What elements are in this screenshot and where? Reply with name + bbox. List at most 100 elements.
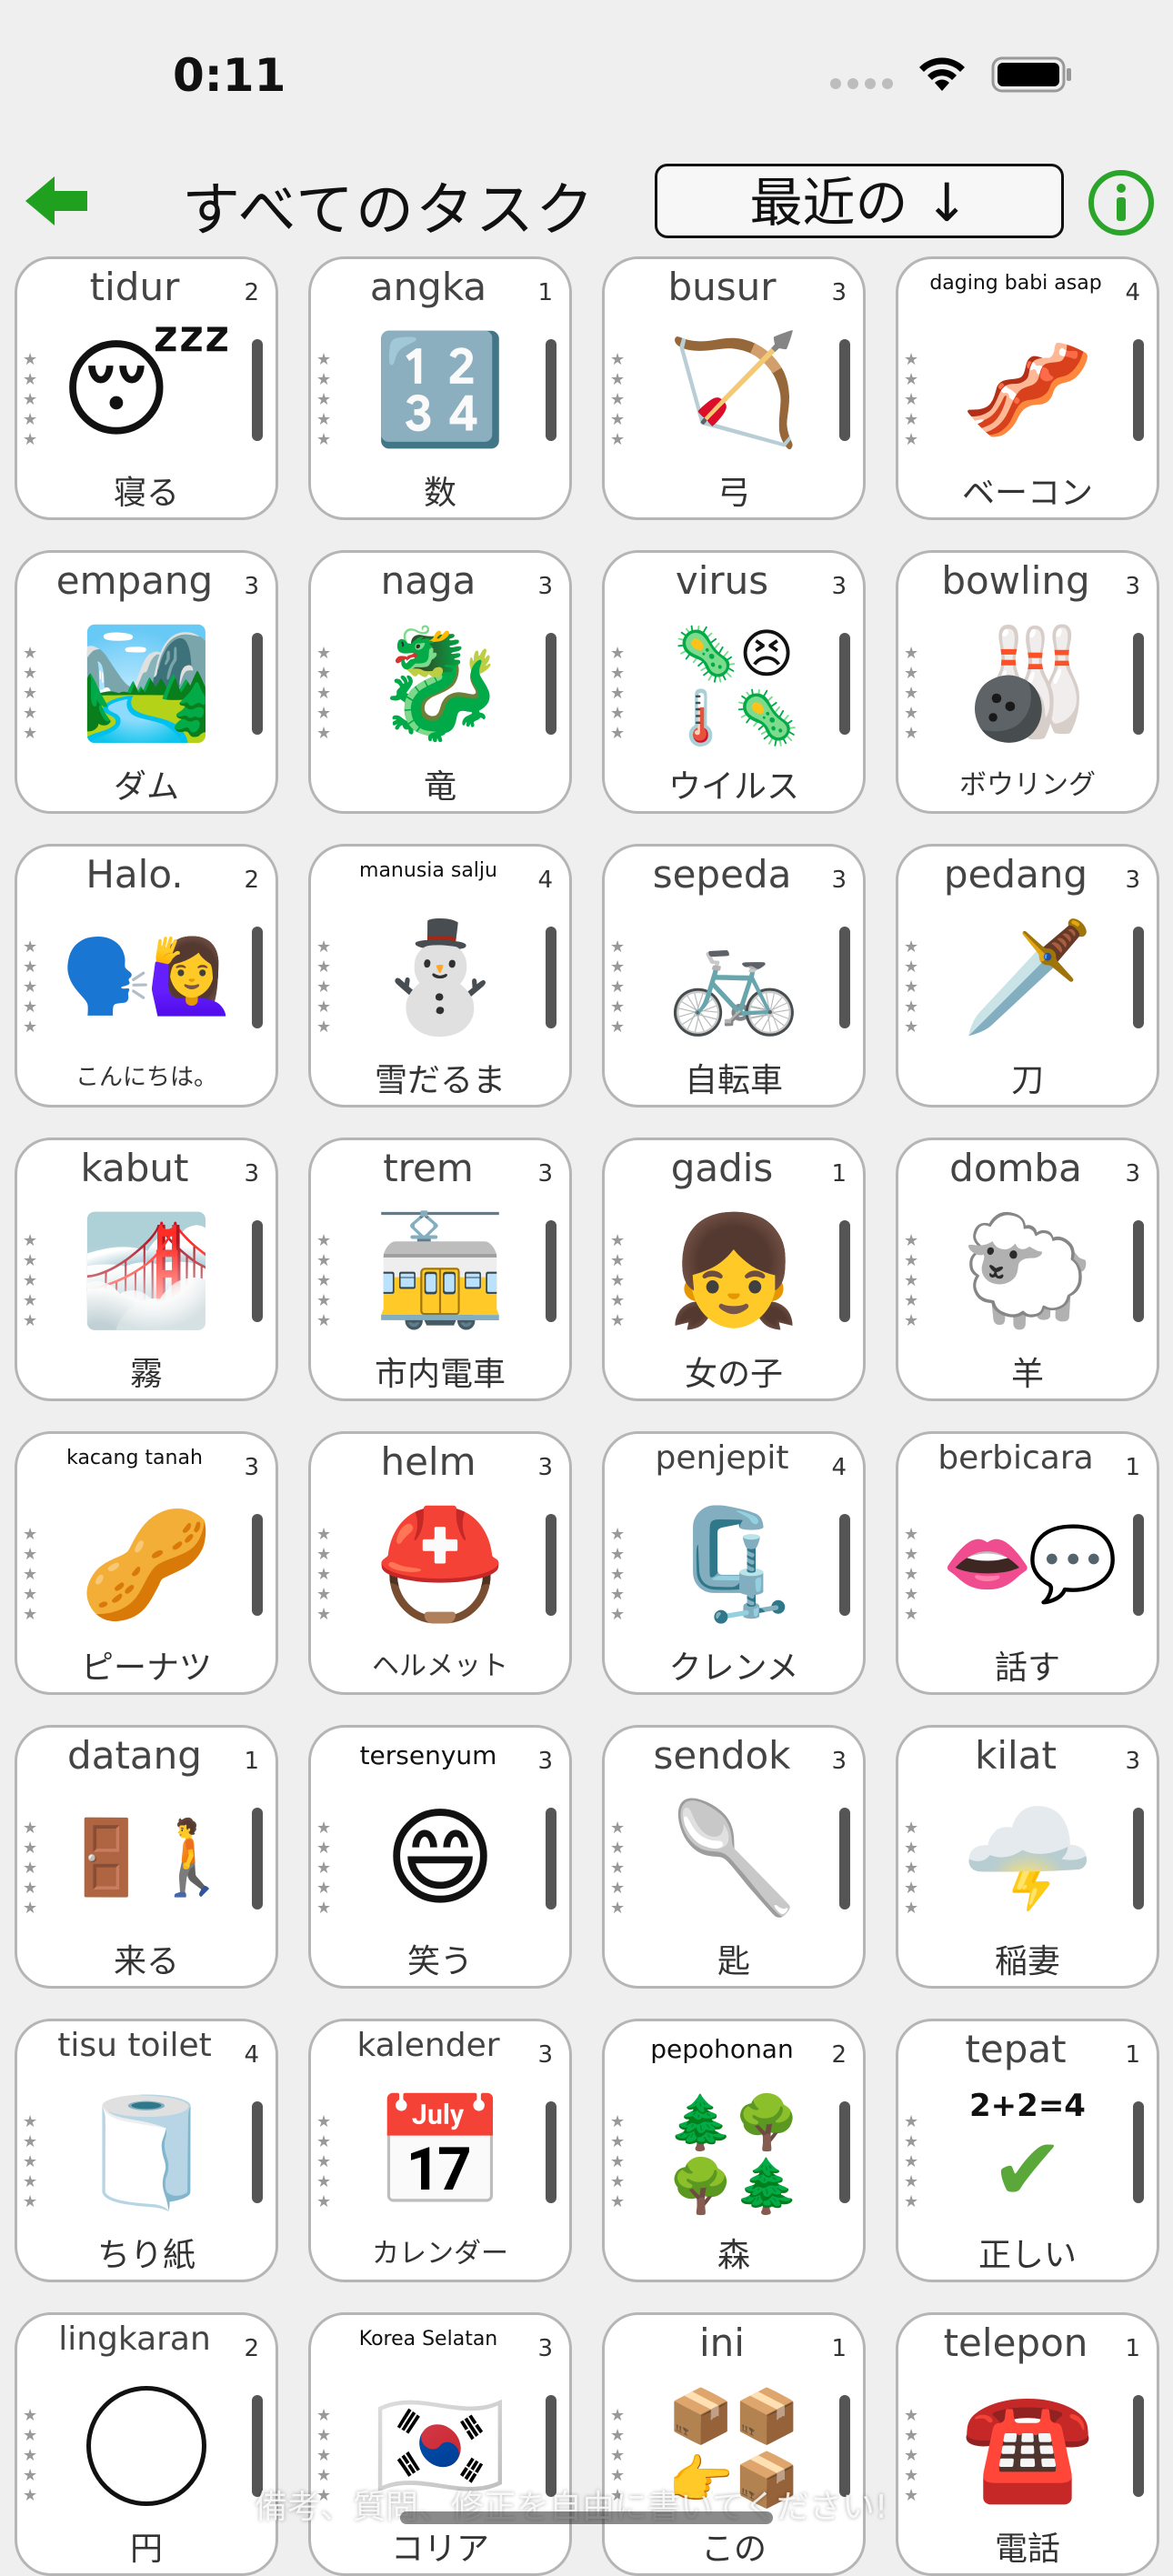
task-card[interactable]: tersenyum 3 ★ ★ ★ ★ ★ 😄 笑う [308,1725,572,1989]
task-card[interactable]: empang 3 ★ ★ ★ ★ ★ 🏞️ ダム [15,550,278,814]
star-icon: ★ [904,1819,919,1838]
back-arrow-icon[interactable] [22,169,95,233]
card-word: kacang tanah [66,1447,203,1469]
star-icon: ★ [316,370,332,389]
card-picture: 🥄 [667,1795,801,1920]
star-icon: ★ [904,1565,919,1584]
star-icon: ★ [316,1311,332,1330]
card-translation: 笑う [406,1943,473,1980]
card-word: trem [383,1146,474,1190]
card-translation: 数 [423,475,456,512]
star-icon: ★ [316,1565,332,1584]
card-translation: 来る [113,1943,179,1980]
star-icon: ★ [23,430,38,449]
star-rating-icon: ★ ★ ★ ★ ★ [610,1819,625,1919]
task-card[interactable]: gadis 1 ★ ★ ★ ★ ★ 👧 女の子 [602,1138,866,1401]
star-icon: ★ [23,2426,38,2445]
star-rating-icon: ★ ★ ★ ★ ★ [23,350,37,450]
star-icon: ★ [610,937,626,957]
card-count: 1 [1125,1454,1140,1481]
task-card[interactable]: kabut 3 ★ ★ ★ ★ ★ 🌁 霧 [15,1138,278,1401]
task-card[interactable]: naga 3 ★ ★ ★ ★ ★ 🐉 竜 [308,550,572,814]
card-count: 1 [1125,2041,1140,2069]
star-icon: ★ [23,370,38,389]
task-card[interactable]: lingkaran 2 ★ ★ ★ ★ ★ 円 [15,2312,278,2576]
task-card[interactable]: kacang tanah 3 ★ ★ ★ ★ ★ 🥜 ピーナツ [15,1431,278,1695]
progress-bar [546,633,556,735]
star-rating-icon: ★ ★ ★ ★ ★ [904,1231,918,1331]
star-icon: ★ [610,2192,626,2211]
task-card[interactable]: pepohonan 2 ★ ★ ★ ★ ★ 🌲🌳🌳🌲 森 [602,2019,866,2282]
star-icon: ★ [23,2406,38,2425]
star-icon: ★ [23,724,38,743]
sort-button[interactable]: 最近の ↓ [655,164,1064,238]
card-word: daging babi asap [929,272,1102,295]
task-card[interactable]: ini 1 ★ ★ ★ ★ ★ 📦📦👉📦 この [602,2312,866,2576]
task-card[interactable]: helm 3 ★ ★ ★ ★ ★ ⛑️ ヘルメット [308,1431,572,1695]
card-picture: 🏞️ [79,620,214,746]
star-icon: ★ [610,1271,626,1290]
card-count: 2 [244,867,259,894]
star-icon: ★ [904,1291,919,1310]
star-icon: ★ [23,684,38,703]
card-picture: ⛑️ [373,1501,507,1627]
task-card[interactable]: daging babi asap 4 ★ ★ ★ ★ ★ 🥓 ベーコン [896,256,1159,520]
task-card[interactable]: tisu toilet 4 ★ ★ ★ ★ ★ 🧻 ちり紙 [15,2019,278,2282]
star-icon: ★ [316,2172,332,2191]
task-card[interactable]: penjepit 4 ★ ★ ★ ★ ★ 🗜️ クレンメ [602,1431,866,1695]
task-card[interactable]: busur 3 ★ ★ ★ ★ ★ 🏹 弓 [602,256,866,520]
progress-bar [839,1220,850,1322]
star-icon: ★ [23,1017,38,1037]
task-card[interactable]: manusia salju 4 ★ ★ ★ ★ ★ ⛄ 雪だるま [308,844,572,1108]
star-icon: ★ [23,1271,38,1290]
star-icon: ★ [904,2172,919,2191]
card-word: lingkaran [58,2320,211,2358]
task-card[interactable]: telepon 1 ★ ★ ★ ★ ★ ☎️ 電話 [896,2312,1159,2576]
progress-bar [1133,339,1144,441]
star-icon: ★ [316,1585,332,1604]
card-word: Halo. [85,852,184,897]
card-translation: ちり紙 [96,2237,196,2274]
info-icon[interactable] [1088,169,1155,236]
task-card[interactable]: kalender 3 ★ ★ ★ ★ ★ 📅 カレンダー [308,2019,572,2282]
card-count: 4 [831,1454,847,1481]
task-card[interactable]: sendok 3 ★ ★ ★ ★ ★ 🥄 匙 [602,1725,866,1989]
card-picture: 🥜 [79,1501,214,1627]
star-icon: ★ [316,2406,332,2425]
task-card[interactable]: angka 1 ★ ★ ★ ★ ★ 🔢 数 [308,256,572,520]
task-card[interactable]: Halo. 2 ★ ★ ★ ★ ★ 🗣️🙋‍♀️ こんにちは。 [15,844,278,1108]
card-count: 3 [537,2041,553,2069]
card-word: Korea Selatan [358,2328,498,2350]
card-translation: 稲妻 [994,1943,1060,1980]
star-icon: ★ [904,2152,919,2171]
star-icon: ★ [23,1585,38,1604]
task-card[interactable]: domba 3 ★ ★ ★ ★ ★ 🐑 羊 [896,1138,1159,1401]
star-icon: ★ [316,1899,332,1918]
battery-icon [991,55,1073,95]
task-card[interactable]: virus 3 ★ ★ ★ ★ ★ 🦠😣🌡️🦠 ウイルス [602,550,866,814]
task-card[interactable]: datang 1 ★ ★ ★ ★ ★ 🚪🚶 来る [15,1725,278,1989]
task-card[interactable]: Korea Selatan 3 ★ ★ ★ ★ ★ 🇰🇷 コリア [308,2312,572,2576]
task-card[interactable]: berbicara 1 ★ ★ ★ ★ ★ 👄💬 話す [896,1431,1159,1695]
task-card[interactable]: pedang 3 ★ ★ ★ ★ ★ 🗡️ 刀 [896,844,1159,1108]
card-translation: 円 [129,2531,163,2568]
task-card[interactable]: tepat 1 ★ ★ ★ ★ ★ 2+2=4 ✔ 正しい [896,2019,1159,2282]
task-card[interactable]: sepeda 3 ★ ★ ★ ★ ★ 🚲 自転車 [602,844,866,1108]
card-count: 3 [831,573,847,600]
star-icon: ★ [904,2466,919,2485]
star-rating-icon: ★ ★ ★ ★ ★ [316,1819,331,1919]
task-card[interactable]: kilat 3 ★ ★ ★ ★ ★ 🌩️ 稲妻 [896,1725,1159,1989]
card-picture [54,2377,239,2513]
star-icon: ★ [23,1231,38,1250]
card-count: 3 [1125,1748,1140,1775]
progress-bar [252,633,263,735]
star-icon: ★ [904,350,919,369]
card-word: pedang [943,852,1088,897]
task-card[interactable]: trem 3 ★ ★ ★ ★ ★ 🚋 市内電車 [308,1138,572,1401]
star-icon: ★ [23,644,38,663]
task-card[interactable]: tidur 2 ★ ★ ★ ★ ★ 😴 寝る [15,256,278,520]
task-card[interactable]: bowling 3 ★ ★ ★ ★ ★ 🎳 ボウリング [896,550,1159,814]
card-picture: ⛄ [373,914,507,1039]
card-word: tidur [89,265,180,309]
card-word: telepon [943,2320,1088,2365]
